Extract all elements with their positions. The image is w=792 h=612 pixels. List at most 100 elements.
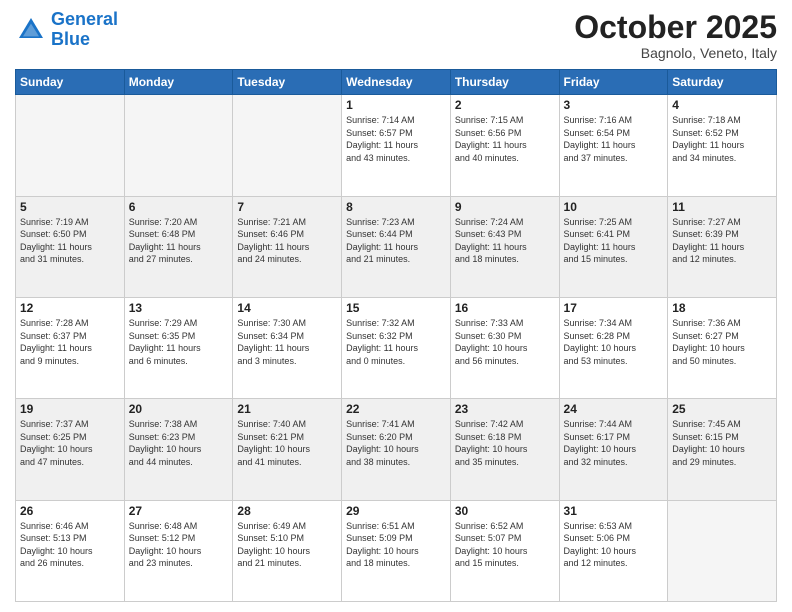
day-cell: 7 Sunrise: 7:21 AM Sunset: 6:46 PM Daylig… xyxy=(233,196,342,297)
day-info: Sunrise: 7:16 AM Sunset: 6:54 PM Dayligh… xyxy=(564,114,664,164)
day-number: 26 xyxy=(20,504,120,518)
day-number: 9 xyxy=(455,200,555,214)
day-info: Sunrise: 6:53 AM Sunset: 5:06 PM Dayligh… xyxy=(564,520,664,570)
day-info: Sunrise: 7:18 AM Sunset: 6:52 PM Dayligh… xyxy=(672,114,772,164)
day-number: 11 xyxy=(672,200,772,214)
day-cell: 23Sunrise: 7:42 AM Sunset: 6:18 PM Dayli… xyxy=(450,399,559,500)
day-cell: 9 Sunrise: 7:24 AM Sunset: 6:43 PM Daylig… xyxy=(450,196,559,297)
day-cell: 26Sunrise: 6:46 AM Sunset: 5:13 PM Dayli… xyxy=(16,500,125,601)
day-info: Sunrise: 7:14 AM Sunset: 6:57 PM Dayligh… xyxy=(346,114,446,164)
day-number: 8 xyxy=(346,200,446,214)
day-info: Sunrise: 7:19 AM Sunset: 6:50 PM Dayligh… xyxy=(20,216,120,266)
logo-blue: Blue xyxy=(51,29,90,49)
day-number: 7 xyxy=(237,200,337,214)
day-info: Sunrise: 7:23 AM Sunset: 6:44 PM Dayligh… xyxy=(346,216,446,266)
week-row-5: 26Sunrise: 6:46 AM Sunset: 5:13 PM Dayli… xyxy=(16,500,777,601)
day-cell: 5 Sunrise: 7:19 AM Sunset: 6:50 PM Daylig… xyxy=(16,196,125,297)
day-header-tuesday: Tuesday xyxy=(233,70,342,95)
day-header-wednesday: Wednesday xyxy=(342,70,451,95)
logo-text: General Blue xyxy=(51,10,118,50)
location: Bagnolo, Veneto, Italy xyxy=(574,45,777,61)
day-info: Sunrise: 6:49 AM Sunset: 5:10 PM Dayligh… xyxy=(237,520,337,570)
day-info: Sunrise: 6:51 AM Sunset: 5:09 PM Dayligh… xyxy=(346,520,446,570)
week-row-4: 19 Sunrise: 7:37 AM Sunset: 6:25 PM Dayli… xyxy=(16,399,777,500)
header: General Blue October 2025 Bagnolo, Venet… xyxy=(15,10,777,61)
page: General Blue October 2025 Bagnolo, Venet… xyxy=(0,0,792,612)
day-number: 13 xyxy=(129,301,229,315)
day-info: Sunrise: 7:29 AM Sunset: 6:35 PM Dayligh… xyxy=(129,317,229,367)
day-cell: 12 Sunrise: 7:28 AM Sunset: 6:37 PM Dayli… xyxy=(16,297,125,398)
day-cell: 21 Sunrise: 7:40 AM Sunset: 6:21 PM Dayli… xyxy=(233,399,342,500)
day-info: Sunrise: 6:48 AM Sunset: 5:12 PM Dayligh… xyxy=(129,520,229,570)
day-info: Sunrise: 7:15 AM Sunset: 6:56 PM Dayligh… xyxy=(455,114,555,164)
day-number: 12 xyxy=(20,301,120,315)
day-cell: 13 Sunrise: 7:29 AM Sunset: 6:35 PM Dayli… xyxy=(124,297,233,398)
week-row-3: 12 Sunrise: 7:28 AM Sunset: 6:37 PM Dayli… xyxy=(16,297,777,398)
day-info: Sunrise: 7:45 AM Sunset: 6:15 PM Dayligh… xyxy=(672,418,772,468)
day-info: Sunrise: 7:28 AM Sunset: 6:37 PM Dayligh… xyxy=(20,317,120,367)
day-info: Sunrise: 7:20 AM Sunset: 6:48 PM Dayligh… xyxy=(129,216,229,266)
day-info: Sunrise: 7:24 AM Sunset: 6:43 PM Dayligh… xyxy=(455,216,555,266)
day-cell: 28 Sunrise: 6:49 AM Sunset: 5:10 PM Dayli… xyxy=(233,500,342,601)
day-info: Sunrise: 7:21 AM Sunset: 6:46 PM Dayligh… xyxy=(237,216,337,266)
day-number: 6 xyxy=(129,200,229,214)
day-cell xyxy=(124,95,233,196)
day-cell xyxy=(233,95,342,196)
day-number: 14 xyxy=(237,301,337,315)
day-header-monday: Monday xyxy=(124,70,233,95)
day-info: Sunrise: 7:33 AM Sunset: 6:30 PM Dayligh… xyxy=(455,317,555,367)
day-number: 21 xyxy=(237,402,337,416)
day-info: Sunrise: 7:41 AM Sunset: 6:20 PM Dayligh… xyxy=(346,418,446,468)
day-cell: 4Sunrise: 7:18 AM Sunset: 6:52 PM Daylig… xyxy=(668,95,777,196)
day-info: Sunrise: 6:52 AM Sunset: 5:07 PM Dayligh… xyxy=(455,520,555,570)
day-info: Sunrise: 7:25 AM Sunset: 6:41 PM Dayligh… xyxy=(564,216,664,266)
logo: General Blue xyxy=(15,10,118,50)
day-cell: 11Sunrise: 7:27 AM Sunset: 6:39 PM Dayli… xyxy=(668,196,777,297)
day-cell: 31 Sunrise: 6:53 AM Sunset: 5:06 PM Dayli… xyxy=(559,500,668,601)
month-title: October 2025 xyxy=(574,10,777,45)
day-cell: 25Sunrise: 7:45 AM Sunset: 6:15 PM Dayli… xyxy=(668,399,777,500)
day-info: Sunrise: 7:30 AM Sunset: 6:34 PM Dayligh… xyxy=(237,317,337,367)
logo-icon xyxy=(15,14,47,46)
day-cell: 15Sunrise: 7:32 AM Sunset: 6:32 PM Dayli… xyxy=(342,297,451,398)
day-number: 19 xyxy=(20,402,120,416)
day-number: 18 xyxy=(672,301,772,315)
day-info: Sunrise: 7:44 AM Sunset: 6:17 PM Dayligh… xyxy=(564,418,664,468)
day-number: 1 xyxy=(346,98,446,112)
day-info: Sunrise: 7:38 AM Sunset: 6:23 PM Dayligh… xyxy=(129,418,229,468)
day-cell: 27Sunrise: 6:48 AM Sunset: 5:12 PM Dayli… xyxy=(124,500,233,601)
day-cell: 3 Sunrise: 7:16 AM Sunset: 6:54 PM Daylig… xyxy=(559,95,668,196)
day-info: Sunrise: 7:34 AM Sunset: 6:28 PM Dayligh… xyxy=(564,317,664,367)
day-number: 29 xyxy=(346,504,446,518)
day-info: Sunrise: 7:40 AM Sunset: 6:21 PM Dayligh… xyxy=(237,418,337,468)
day-info: Sunrise: 7:42 AM Sunset: 6:18 PM Dayligh… xyxy=(455,418,555,468)
day-info: Sunrise: 7:37 AM Sunset: 6:25 PM Dayligh… xyxy=(20,418,120,468)
day-number: 28 xyxy=(237,504,337,518)
day-number: 5 xyxy=(20,200,120,214)
day-cell: 30Sunrise: 6:52 AM Sunset: 5:07 PM Dayli… xyxy=(450,500,559,601)
day-cell: 16Sunrise: 7:33 AM Sunset: 6:30 PM Dayli… xyxy=(450,297,559,398)
day-info: Sunrise: 7:36 AM Sunset: 6:27 PM Dayligh… xyxy=(672,317,772,367)
day-info: Sunrise: 7:32 AM Sunset: 6:32 PM Dayligh… xyxy=(346,317,446,367)
logo-general: General xyxy=(51,9,118,29)
day-cell: 10Sunrise: 7:25 AM Sunset: 6:41 PM Dayli… xyxy=(559,196,668,297)
week-row-1: 1 Sunrise: 7:14 AM Sunset: 6:57 PM Daylig… xyxy=(16,95,777,196)
day-number: 24 xyxy=(564,402,664,416)
day-cell: 8 Sunrise: 7:23 AM Sunset: 6:44 PM Daylig… xyxy=(342,196,451,297)
day-number: 31 xyxy=(564,504,664,518)
day-number: 3 xyxy=(564,98,664,112)
days-header-row: SundayMondayTuesdayWednesdayThursdayFrid… xyxy=(16,70,777,95)
calendar-table: SundayMondayTuesdayWednesdayThursdayFrid… xyxy=(15,69,777,602)
day-number: 2 xyxy=(455,98,555,112)
day-number: 20 xyxy=(129,402,229,416)
day-cell xyxy=(16,95,125,196)
day-cell xyxy=(668,500,777,601)
day-cell: 2 Sunrise: 7:15 AM Sunset: 6:56 PM Daylig… xyxy=(450,95,559,196)
day-cell: 1 Sunrise: 7:14 AM Sunset: 6:57 PM Daylig… xyxy=(342,95,451,196)
title-block: October 2025 Bagnolo, Veneto, Italy xyxy=(574,10,777,61)
day-cell: 14 Sunrise: 7:30 AM Sunset: 6:34 PM Dayli… xyxy=(233,297,342,398)
day-header-friday: Friday xyxy=(559,70,668,95)
day-number: 17 xyxy=(564,301,664,315)
calendar: SundayMondayTuesdayWednesdayThursdayFrid… xyxy=(15,69,777,602)
day-cell: 18 Sunrise: 7:36 AM Sunset: 6:27 PM Dayli… xyxy=(668,297,777,398)
